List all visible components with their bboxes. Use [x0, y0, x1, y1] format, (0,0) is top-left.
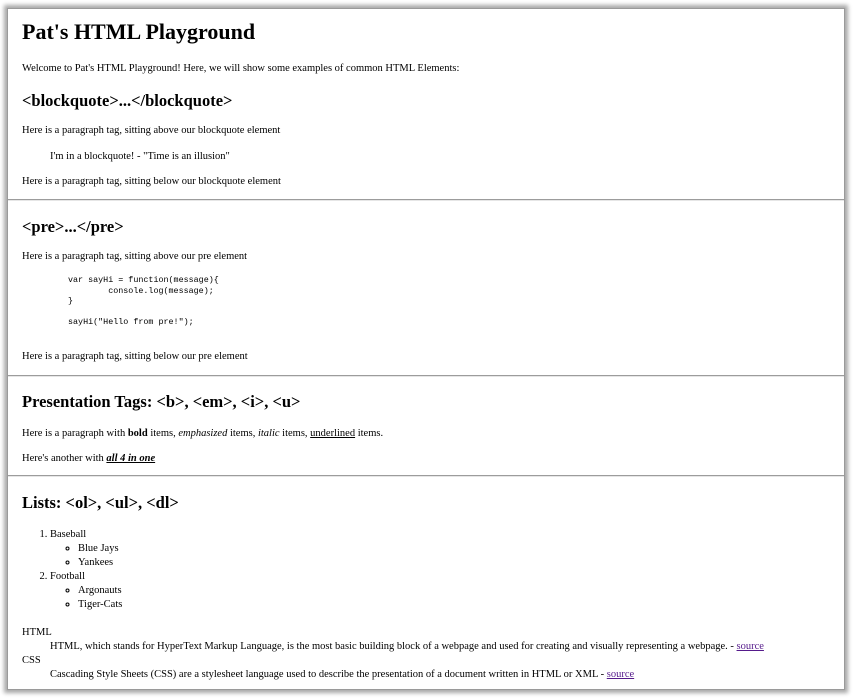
code-block: var sayHi = function(message){ console.l…: [68, 275, 219, 327]
underlined-text: underlined: [310, 428, 356, 439]
definition-desc-css: Cascading Style Sheets (CSS) are a style…: [50, 668, 764, 682]
text-span: items,: [227, 428, 258, 439]
text-span: items,: [279, 428, 311, 439]
blockquote-above-paragraph: Here is a paragraph tag, sitting above o…: [22, 125, 281, 136]
pre-above-paragraph: Here is a paragraph tag, sitting above o…: [22, 251, 248, 262]
text-span: Here is a paragraph with: [22, 428, 128, 439]
list-item: Tiger-Cats: [78, 598, 122, 612]
page-title: Pat's HTML Playground: [22, 19, 256, 44]
presentation-paragraph: Here is a paragraph with bold items, emp…: [22, 428, 383, 439]
pre-heading: <pre>...</pre>: [22, 217, 124, 236]
blockquote-heading: <blockquote>...</blockquote>: [22, 91, 233, 110]
blockquote-below-paragraph: Here is a paragraph tag, sitting below o…: [22, 176, 281, 187]
section-divider: [8, 199, 844, 201]
all-styles-text: all 4 in one: [106, 453, 156, 464]
definition-text: Cascading Style Sheets (CSS) are a style…: [50, 669, 607, 680]
definition-term-html: HTML: [22, 627, 52, 638]
emphasized-text: emphasized: [178, 428, 228, 439]
list-item-baseball: Baseball Blue Jays Yankees: [50, 528, 122, 570]
text-span: items.: [355, 428, 384, 439]
section-divider: [8, 375, 844, 377]
list-item: Blue Jays: [78, 542, 122, 556]
lists-heading: Lists: <ol>, <ul>, <dl>: [22, 493, 179, 512]
combined-paragraph: Here's another with all 4 in one: [22, 453, 155, 464]
definition-list: HTML HTML, which stands for HyperText Ma…: [22, 626, 764, 682]
list-item-football: Football Argonauts Tiger-Cats: [50, 570, 122, 612]
text-span: items,: [147, 428, 179, 439]
source-link[interactable]: source: [737, 641, 764, 652]
text-span: Here's another with: [22, 453, 107, 464]
presentation-heading: Presentation Tags: <b>, <em>, <i>, <u>: [22, 392, 301, 411]
definition-text: HTML, which stands for HyperText Markup …: [50, 641, 737, 652]
section-divider: [8, 475, 844, 477]
list-item-label: Baseball: [50, 529, 87, 540]
source-link[interactable]: source: [607, 669, 634, 680]
unordered-list: Argonauts Tiger-Cats: [50, 584, 122, 612]
browser-viewport: Pat's HTML Playground Welcome to Pat's H…: [7, 8, 845, 690]
intro-paragraph: Welcome to Pat's HTML Playground! Here, …: [22, 63, 460, 74]
ordered-list: Baseball Blue Jays Yankees Football Argo…: [22, 528, 122, 612]
pre-below-paragraph: Here is a paragraph tag, sitting below o…: [22, 351, 248, 362]
italic-text: italic: [257, 428, 280, 439]
bold-text: bold: [127, 428, 148, 439]
list-item: Argonauts: [78, 584, 122, 598]
list-item: Yankees: [78, 556, 122, 570]
definition-term-css: CSS: [22, 655, 41, 666]
unordered-list: Blue Jays Yankees: [50, 542, 122, 570]
list-item-label: Football: [50, 571, 86, 582]
definition-desc-html: HTML, which stands for HyperText Markup …: [50, 640, 764, 654]
blockquote: I'm in a blockquote! - "Time is an illus…: [50, 151, 230, 162]
